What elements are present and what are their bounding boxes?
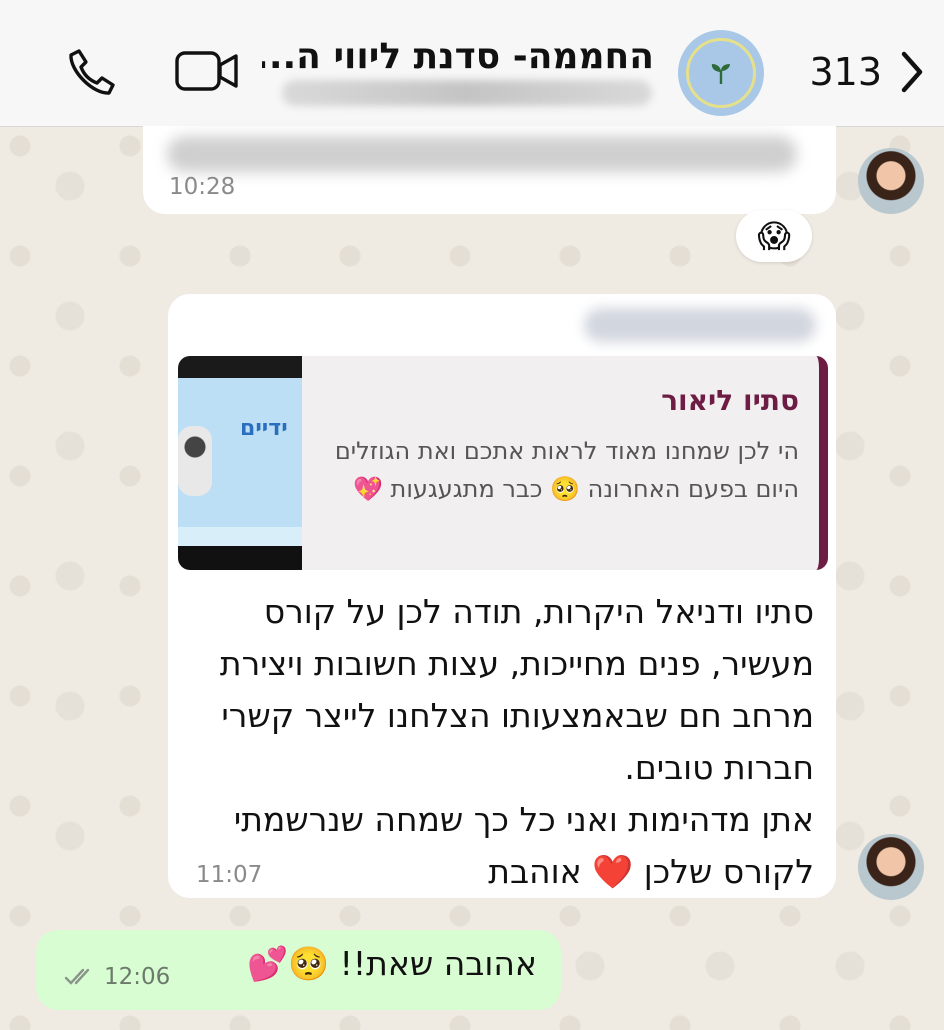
quoted-thumbnail: ידיים xyxy=(178,356,302,570)
sender-name-redacted xyxy=(584,308,816,342)
message-meta: 12:06 xyxy=(64,964,170,990)
message-text: סתיו ודניאל היקרות, תודה לכן על קורס מעש… xyxy=(194,586,814,898)
message-text-redacted xyxy=(167,136,797,172)
quoted-sender: סתיו ליאור xyxy=(661,384,799,417)
thumbnail-figure xyxy=(178,426,212,496)
video-call-button[interactable] xyxy=(172,46,242,96)
sender-avatar[interactable] xyxy=(858,148,924,214)
quoted-message[interactable]: ידיים סתיו ליאור הי לכן שמחנו מאוד לראות… xyxy=(178,356,828,570)
message-bubble-incoming[interactable]: 10:28 xyxy=(143,126,836,214)
chevron-left-icon xyxy=(901,51,923,93)
back-button[interactable]: 313 xyxy=(809,44,926,100)
chat-title[interactable]: החממה- סדנת ליווי ה... xyxy=(262,36,654,77)
message-bubble-incoming-reply[interactable]: ידיים סתיו ליאור הי לכן שמחנו מאוד לראות… xyxy=(168,294,836,898)
quoted-text: הי לכן שמחנו מאוד לראות אתכם ואת הגוזלים… xyxy=(334,437,799,503)
message-bubble-outgoing[interactable]: אהובה שאת!! 🥺💕 12:06 xyxy=(36,930,561,1010)
message-paragraph-2: אתן מדהימות ואני כל כך שמחה שנרשמתי לקור… xyxy=(233,800,814,891)
message-text: אהובה שאת!! 🥺💕 xyxy=(247,944,537,983)
sprout-icon xyxy=(711,64,730,84)
sender-avatar[interactable] xyxy=(858,834,924,900)
double-check-icon xyxy=(64,968,90,985)
phone-button[interactable] xyxy=(62,44,120,100)
message-time: 11:07 xyxy=(196,862,263,888)
group-avatar[interactable] xyxy=(678,30,764,116)
thumbnail-text: ידיים xyxy=(240,416,288,441)
group-avatar-ring xyxy=(686,38,756,108)
message-time: 10:28 xyxy=(169,174,236,200)
video-icon xyxy=(175,51,238,91)
chat-header: החממה- סדנת ליווי ה... 313 xyxy=(0,0,944,127)
unread-count: 313 xyxy=(809,50,882,94)
message-time: 12:06 xyxy=(104,964,171,990)
chat-subtitle-redacted xyxy=(282,80,652,106)
phone-icon xyxy=(69,49,115,95)
message-paragraph-1: סתיו ודניאל היקרות, תודה לכן על קורס מעש… xyxy=(219,592,814,787)
reaction-badge[interactable]: 😱 xyxy=(736,210,812,262)
